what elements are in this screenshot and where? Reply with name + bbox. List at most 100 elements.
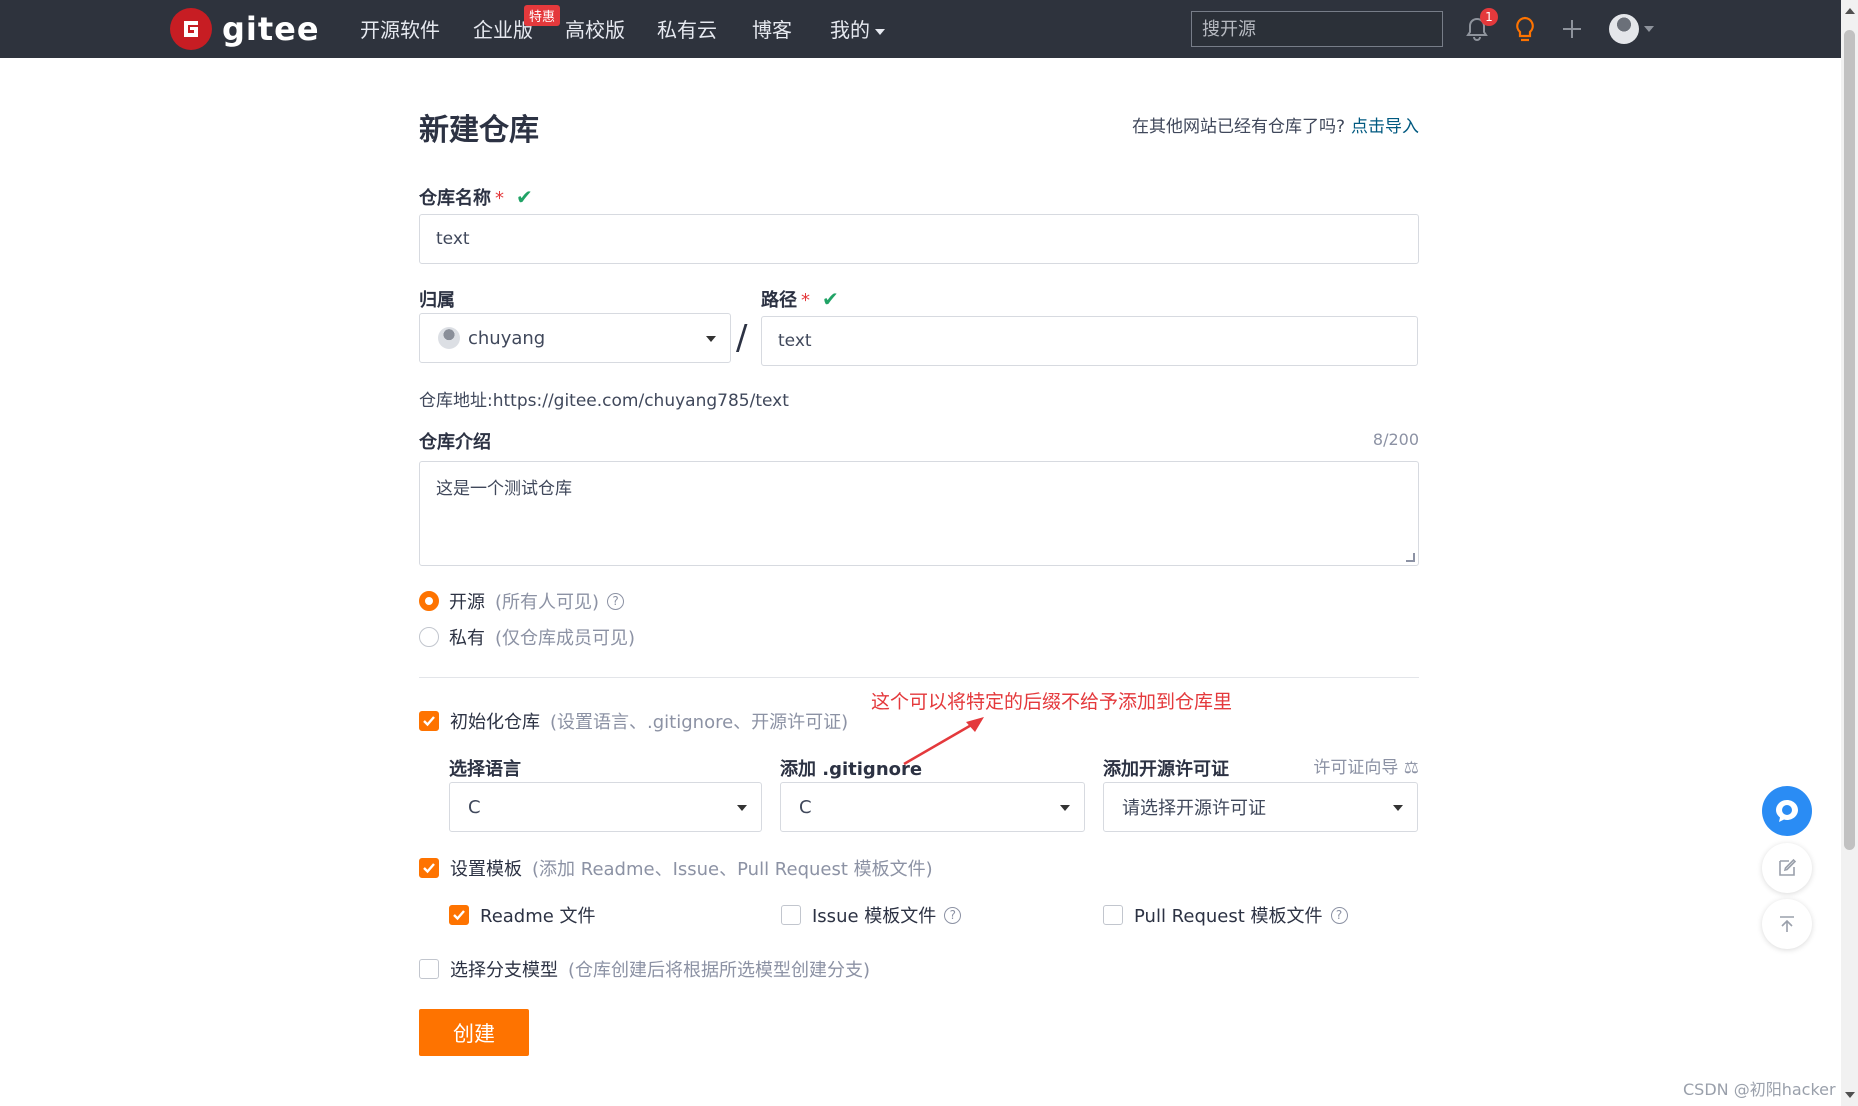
template-checkbox[interactable] xyxy=(419,858,439,878)
init-repo-hint: (设置语言、.gitignore、开源许可证) xyxy=(550,712,849,733)
nav-item-education[interactable]: 高校版 xyxy=(565,14,625,43)
path-input[interactable]: text xyxy=(761,316,1418,366)
radio-private[interactable] xyxy=(419,627,439,647)
pr-template-label: Pull Request 模板文件 xyxy=(1134,906,1323,927)
resize-grip-icon[interactable] xyxy=(1406,553,1415,562)
chevron-down-icon xyxy=(1060,805,1070,811)
ideas-button[interactable] xyxy=(1508,12,1542,46)
scroll-up-arrow-icon[interactable] xyxy=(1845,8,1855,14)
create-new-button[interactable] xyxy=(1555,12,1589,46)
license-label: 添加开源许可证 xyxy=(1103,759,1229,780)
language-label: 选择语言 xyxy=(449,759,521,780)
branch-model-checkbox[interactable] xyxy=(419,959,439,979)
branch-model-option[interactable]: 选择分支模型 (仓库创建后将根据所选模型创建分支) xyxy=(419,956,870,982)
init-repo-option[interactable]: 初始化仓库 (设置语言、.gitignore、开源许可证) xyxy=(419,708,848,734)
visibility-public-option[interactable]: 开源 (所有人可见) ? xyxy=(419,588,625,614)
path-label-text: 路径 xyxy=(761,290,797,311)
owner-label: 归属 xyxy=(419,290,455,311)
check-icon: ✔ xyxy=(516,185,533,209)
annotation-text: 这个可以将特定的后缀不给予添加到仓库里 xyxy=(871,691,1233,713)
owner-value: chuyang xyxy=(468,327,546,349)
gitee-logo-icon xyxy=(170,8,212,50)
pr-template-checkbox[interactable] xyxy=(1103,905,1123,925)
nav-item-mine[interactable]: 我的 xyxy=(830,14,885,43)
readme-checkbox[interactable] xyxy=(449,905,469,925)
create-button[interactable]: 创建 xyxy=(419,1009,529,1056)
issue-template-label: Issue 模板文件 xyxy=(812,906,937,927)
license-placeholder: 请选择开源许可证 xyxy=(1122,798,1266,819)
private-hint: (仅仓库成员可见) xyxy=(495,628,636,649)
watermark: CSDN @初阳hacker xyxy=(1683,1080,1836,1099)
repo-url-value: https://gitee.com/chuyang785/text xyxy=(492,391,789,411)
visibility-private-option[interactable]: 私有 (仅仓库成员可见) xyxy=(419,624,635,650)
edit-icon xyxy=(1779,858,1797,876)
description-label: 仓库介绍 xyxy=(419,432,491,453)
plus-icon xyxy=(1563,20,1581,38)
init-repo-checkbox[interactable] xyxy=(419,711,439,731)
help-icon[interactable]: ? xyxy=(1330,906,1348,924)
user-menu[interactable] xyxy=(1607,12,1655,46)
pr-template-option[interactable]: Pull Request 模板文件 ? xyxy=(1103,902,1348,928)
init-repo-label: 初始化仓库 xyxy=(450,712,540,733)
required-mark: * xyxy=(801,290,810,311)
chevron-down-icon xyxy=(737,805,747,811)
description-textarea[interactable]: 这是一个测试仓库 xyxy=(419,461,1419,566)
scale-icon: ⚖ xyxy=(1398,758,1419,778)
chevron-down-icon xyxy=(1643,26,1654,32)
import-link[interactable]: 点击导入 xyxy=(1351,117,1419,137)
language-value: C xyxy=(468,796,481,818)
avatar xyxy=(1608,14,1639,44)
repo-url: 仓库地址:https://gitee.com/chuyang785/text xyxy=(419,386,789,411)
page-scrollbar[interactable] xyxy=(1841,0,1858,1106)
license-guide-link[interactable]: 许可证向导 ⚖ xyxy=(1313,753,1419,778)
customer-service-button[interactable] xyxy=(1762,786,1812,836)
chevron-down-icon xyxy=(1393,805,1403,811)
nav-item-blog[interactable]: 博客 xyxy=(752,14,792,43)
lightbulb-icon xyxy=(1516,16,1534,42)
divider xyxy=(419,677,1419,678)
template-option[interactable]: 设置模板 (添加 Readme、Issue、Pull Request 模板文件) xyxy=(419,855,933,881)
gitignore-value: C xyxy=(799,796,812,818)
repo-name-label-text: 仓库名称 xyxy=(419,188,491,209)
radio-public[interactable] xyxy=(419,591,439,611)
branch-model-hint: (仓库创建后将根据所选模型创建分支) xyxy=(568,960,871,981)
repo-name-label: 仓库名称 * ✔ xyxy=(419,184,533,210)
license-select[interactable]: 请选择开源许可证 xyxy=(1103,782,1418,832)
repo-url-label: 仓库地址: xyxy=(419,391,493,411)
issue-template-option[interactable]: Issue 模板文件 ? xyxy=(781,902,962,928)
public-label: 开源 xyxy=(449,592,485,613)
template-label: 设置模板 xyxy=(450,859,522,880)
gitignore-select[interactable]: C xyxy=(780,782,1085,832)
logo-text: gitee xyxy=(222,10,320,48)
promo-badge: 特惠 xyxy=(524,5,561,26)
gitee-logo[interactable]: gitee xyxy=(170,8,320,50)
owner-select[interactable]: chuyang xyxy=(419,313,731,363)
required-mark: * xyxy=(495,188,504,209)
help-icon[interactable]: ? xyxy=(607,592,625,610)
import-prompt: 在其他网站已经有仓库了吗? 点击导入 xyxy=(1132,112,1419,137)
path-label: 路径 * ✔ xyxy=(761,286,839,312)
scroll-down-arrow-icon[interactable] xyxy=(1845,1092,1855,1098)
help-icon[interactable]: ? xyxy=(944,906,962,924)
description-value: 这是一个测试仓库 xyxy=(436,479,572,499)
top-navbar: gitee 开源软件 企业版 特惠 高校版 私有云 博客 我的 1 xyxy=(0,0,1841,58)
license-guide-text: 许可证向导 xyxy=(1313,758,1399,778)
feedback-button[interactable] xyxy=(1762,843,1812,893)
check-icon xyxy=(423,863,435,874)
owner-avatar xyxy=(438,327,460,349)
nav-item-open-source[interactable]: 开源软件 xyxy=(360,14,440,43)
scrollbar-thumb[interactable] xyxy=(1844,30,1855,850)
nav-item-private-cloud[interactable]: 私有云 xyxy=(657,14,717,43)
nav-item-mine-label: 我的 xyxy=(830,18,870,42)
chevron-down-icon xyxy=(875,28,885,35)
repo-name-input[interactable]: text xyxy=(419,214,1419,264)
issue-template-checkbox[interactable] xyxy=(781,905,801,925)
language-select[interactable]: C xyxy=(449,782,762,832)
notification-count-badge: 1 xyxy=(1480,8,1498,26)
page-title: 新建仓库 xyxy=(419,113,539,148)
template-hint: (添加 Readme、Issue、Pull Request 模板文件) xyxy=(532,859,933,880)
readme-option[interactable]: Readme 文件 xyxy=(449,902,596,928)
search-input[interactable] xyxy=(1191,11,1443,47)
chevron-down-icon xyxy=(706,336,716,342)
back-to-top-button[interactable] xyxy=(1762,899,1812,949)
